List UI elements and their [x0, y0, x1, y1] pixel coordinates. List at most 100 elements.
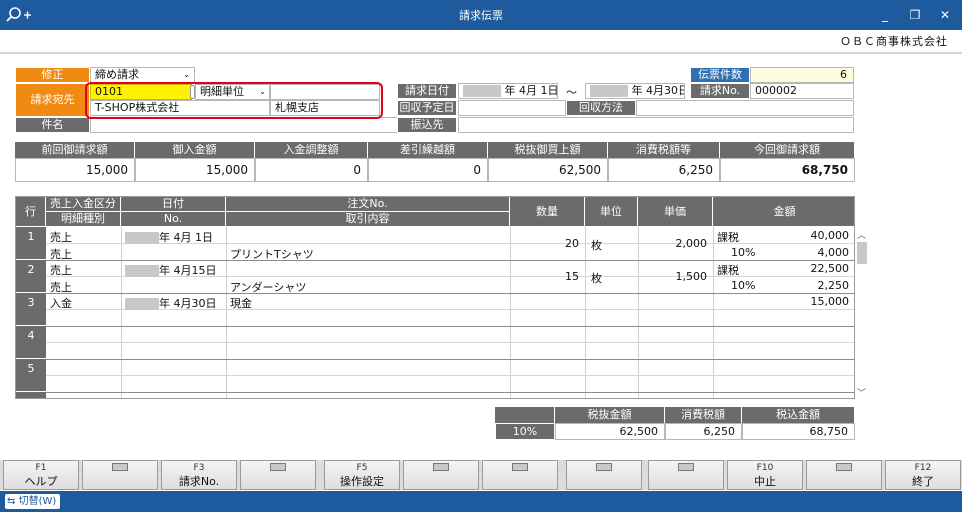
row-divider [46, 260, 854, 261]
content-cell: アンダーシャツ [230, 281, 307, 294]
transfer-label: 振込先 [397, 117, 457, 133]
row-divider [46, 293, 854, 294]
row-number: 4 [16, 326, 46, 359]
bill-date-to: 年 4月30日 [631, 84, 685, 97]
swap-icon: ⇆ [7, 496, 16, 507]
grid-header-content: 取引内容 [226, 212, 510, 227]
f12-exit-button[interactable]: F12 終了 [885, 460, 961, 490]
customer-code-input[interactable]: 0101 [90, 84, 192, 100]
transfer-input[interactable] [458, 117, 854, 133]
grid-header-amount: 金額 [713, 197, 854, 227]
tax-rate-cell: 10% [731, 279, 756, 292]
divider [0, 52, 962, 54]
company-name: ＯＢＣ商事株式会社 [840, 35, 948, 48]
due-date-input[interactable] [458, 100, 566, 116]
scroll-down-icon[interactable]: ﹀ [857, 386, 866, 399]
content-cell: 現金 [230, 297, 252, 310]
f11-button[interactable] [806, 460, 882, 490]
restore-button[interactable]: ❐ [904, 4, 926, 26]
collect-method-label: 回収方法 [566, 100, 636, 116]
summary-value: 0 [255, 158, 368, 182]
tax-summary-value: 6,250 [665, 423, 742, 440]
row-number: 1 [16, 227, 46, 260]
kubun-cell: 入金 [50, 297, 72, 310]
f5-settings-button[interactable]: F5 操作設定 [324, 460, 400, 490]
tax-type-cell: 課税 [717, 231, 739, 244]
date-cell: 年 4月15日 [125, 262, 217, 278]
subject-input[interactable] [90, 117, 400, 133]
collect-method-input[interactable] [636, 100, 854, 116]
column-divider [638, 227, 639, 398]
scroll-thumb[interactable] [857, 242, 867, 264]
kubun-cell: 売上 [50, 264, 72, 277]
grid-header-row: 行 [16, 197, 46, 227]
tax-rate-label: 10% [495, 423, 555, 440]
summary-header: 前回御請求額 [15, 142, 135, 158]
row-divider [46, 342, 854, 343]
grid-header-unit: 単位 [585, 197, 638, 227]
bill-date-from-input[interactable]: 年 4月 1日 [458, 83, 558, 99]
tax-amount-cell: 2,250 [817, 279, 850, 292]
close-button[interactable]: ✕ [934, 4, 956, 26]
tax-summary-header: 税込金額 [742, 407, 855, 423]
summary-header: 税抜御買上額 [488, 142, 608, 158]
summary-value: 15,000 [135, 158, 255, 182]
f7-button[interactable] [482, 460, 558, 490]
summary-value: 6,250 [608, 158, 720, 182]
summary-header: 御入金額 [135, 142, 255, 158]
chevron-down-icon: ⌄ [183, 70, 190, 79]
summary-header: 今回御請求額 [720, 142, 855, 158]
customer-extra-field[interactable] [270, 84, 380, 100]
masked-year [463, 85, 501, 97]
amount-cell: 15,000 [810, 295, 850, 308]
meisai-cell: 売上 [50, 281, 72, 294]
grid-header-qty: 数量 [510, 197, 585, 227]
column-divider [585, 227, 586, 398]
meisai-cell: 売上 [50, 248, 72, 261]
function-key-bar: F1 ヘルプ F3 請求No. F5 操作設定 F10 中止 F12 終了 [0, 460, 962, 490]
bill-no-label: 請求No. [690, 83, 750, 99]
mode-select[interactable]: 締め請求 ⌄ [90, 67, 195, 83]
vertical-scrollbar[interactable]: ︿ ﹀ [855, 228, 869, 399]
column-divider [226, 227, 227, 398]
billto-label: 請求宛先 [15, 83, 90, 117]
row-number [16, 392, 46, 398]
row-divider [46, 375, 854, 376]
status-bar: ⇆ 切替(W) [0, 491, 962, 512]
due-date-label: 回収予定日 [397, 100, 457, 116]
grid-header-no: No. [121, 212, 226, 227]
column-divider [121, 227, 122, 398]
switch-button[interactable]: ⇆ 切替(W) [5, 494, 61, 509]
tax-summary-header: 税抜金額 [555, 407, 665, 423]
price-cell: 2,000 [675, 237, 708, 250]
bill-no-value: 000002 [750, 83, 854, 99]
masked-year [590, 85, 628, 97]
slip-count-value: 6 [750, 67, 854, 83]
summary-header: 入金調整額 [255, 142, 368, 158]
scroll-up-icon[interactable]: ︿ [857, 228, 866, 241]
column-divider [713, 227, 714, 398]
f10-cancel-button[interactable]: F10 中止 [727, 460, 803, 490]
qty-cell: 20 [565, 237, 579, 250]
f4-button[interactable] [240, 460, 316, 490]
tax-rate-cell: 10% [731, 246, 756, 259]
bill-date-from: 年 4月 1日 [504, 84, 558, 97]
summary-value: 62,500 [488, 158, 608, 182]
minimize-button[interactable]: _ [874, 4, 896, 26]
slip-count-label: 伝票件数 [690, 67, 750, 83]
f1-help-button[interactable]: F1 ヘルプ [3, 460, 79, 490]
bill-date-to-input[interactable]: 年 4月30日 [585, 83, 685, 99]
detail-grid: 行 売上入金区分 明細種別 日付 No. 注文No. 取引内容 数量 単位 単価… [15, 196, 855, 399]
f9-button[interactable] [648, 460, 724, 490]
row-divider [46, 392, 854, 393]
f6-button[interactable] [403, 460, 479, 490]
customer-name: T-SHOP株式会社 [90, 100, 270, 116]
f8-button[interactable] [566, 460, 642, 490]
f3-bill-no-button[interactable]: F3 請求No. [161, 460, 237, 490]
column-divider [510, 227, 511, 398]
detail-unit-select[interactable]: 明細単位 ⌄ [195, 84, 270, 100]
content-cell: プリントTシャツ [230, 248, 314, 261]
grid-header-meisai: 明細種別 [46, 212, 121, 227]
f2-button[interactable] [82, 460, 158, 490]
amount-cell: 40,000 [810, 229, 850, 242]
